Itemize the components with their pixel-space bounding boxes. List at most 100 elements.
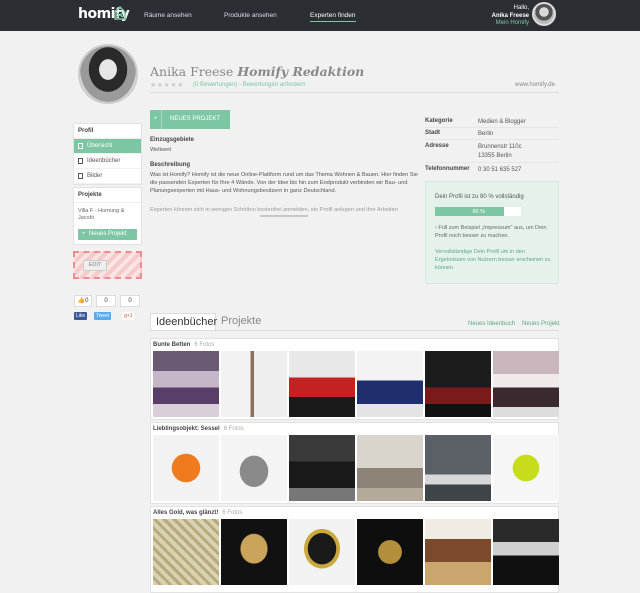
photo-pink-bedroom[interactable]	[493, 351, 559, 417]
projects-menu: Projekte Villa F - Hornung & Jacobi + Ne…	[73, 187, 142, 245]
greeting-text: Hallo,	[513, 5, 529, 11]
completion-title: Dein Profil ist zu 80 % vollständig	[435, 194, 524, 200]
tabs-divider	[150, 330, 559, 331]
person-name: Anika Freese	[150, 64, 234, 79]
new-project-label: NEUES PROJEKT	[170, 116, 221, 122]
completion-tip[interactable]: › Füll zum Beispiel „Impressum" aus, um …	[435, 224, 553, 240]
photo-gold-art[interactable]	[357, 519, 423, 585]
info-value-category: Medien & Blogger	[478, 119, 526, 125]
tweet-button[interactable]: Tweet	[94, 312, 112, 320]
top-bar: homify Räume ansehen Produkte ansehen Ex…	[0, 0, 640, 31]
user-greeting: Hallo, Anika Freese Mein Homify	[469, 5, 529, 28]
info-label-category: Kategorie	[425, 118, 453, 124]
photo-grey-chair[interactable]	[221, 435, 287, 501]
photo-gold-armchair[interactable]	[289, 519, 355, 585]
info-label-phone: Telefonnummer	[425, 166, 470, 172]
profile-menu: Profil Übersicht Ideenbücher Bilder	[73, 123, 142, 185]
edit-area: EDIT	[73, 251, 142, 279]
facebook-like-button[interactable]: Like	[74, 312, 88, 320]
ideabook-name: Lieblingsobjekt: Sessel	[153, 426, 220, 432]
info-divider	[425, 139, 559, 140]
thumbs-up-icon: 👍	[77, 298, 86, 304]
request-reviews-link[interactable]: Bewertungen anfordern	[243, 82, 306, 88]
photo-bedroom-purple[interactable]	[153, 351, 219, 417]
projects-heading: Projekte	[74, 188, 141, 203]
ideabook-title: Alles Gold, was glänzt! 6 Fotos	[153, 510, 242, 516]
photo-red-sofa[interactable]	[289, 351, 355, 417]
photo-grey-lounge[interactable]	[425, 435, 491, 501]
plus-icon: +	[82, 231, 86, 237]
ideabook-name: Alles Gold, was glänzt!	[153, 510, 219, 516]
tab-ideabooks[interactable]: Ideenbücher	[150, 313, 217, 331]
description-scrollbar[interactable]	[260, 215, 308, 217]
ideabook-count: 6 Fotos	[222, 510, 243, 516]
info-divider	[425, 127, 559, 128]
company-name: Homify Redaktion	[237, 64, 365, 79]
book-icon	[78, 158, 83, 164]
info-value-address: Brunnenstr 110c	[478, 144, 522, 150]
like-count[interactable]: 👍0	[74, 295, 92, 307]
nav-rooms[interactable]: Räume ansehen	[144, 12, 192, 19]
info-divider	[425, 162, 559, 163]
completion-progress-bar: 80 %	[435, 207, 521, 216]
photo-gold-wallpaper[interactable]	[153, 519, 219, 585]
description-text: Was ist Homify? Homify ist die neue Onli…	[150, 172, 418, 194]
new-project-button[interactable]: + NEUES PROJEKT	[150, 110, 230, 129]
ideabook-count: 6 Fotos	[223, 426, 244, 432]
photo-yellow-chair[interactable]	[493, 435, 559, 501]
profile-completion-box: Dein Profil ist zu 80 % vollständig 80 %…	[425, 181, 559, 284]
info-value-city: Berlin	[478, 131, 494, 137]
header-divider	[150, 92, 559, 93]
info-value-phone: 0 30 51 635 527	[478, 167, 522, 173]
nav-experts[interactable]: Experten finden	[310, 12, 356, 22]
info-label-address: Adresse	[425, 143, 449, 149]
area-value: Weltweit	[150, 147, 172, 153]
rating-stars: ★★★★★	[150, 82, 184, 89]
sidebar-item-overview[interactable]: Übersicht	[74, 139, 141, 154]
plus-count: 0	[120, 295, 140, 307]
new-ideabook-link[interactable]: Neues Ideenbuch	[468, 321, 515, 327]
sidebar-new-project-button[interactable]: + Neues Projekt	[78, 229, 137, 240]
new-project-link[interactable]: Neues Projekt	[522, 321, 560, 327]
ideabook-card[interactable]: Bunte Betten 6 Fotos	[150, 338, 559, 420]
sidebar-item-ideabooks[interactable]: Ideenbücher	[74, 154, 141, 169]
photo-living-room[interactable]	[357, 435, 423, 501]
info-label-city: Stadt	[425, 130, 440, 136]
sidebar-item-images[interactable]: Bilder	[74, 169, 141, 184]
like-count-value: 0	[85, 298, 89, 304]
reviews-count[interactable]: (0 Bewertungen)	[193, 82, 237, 88]
photo-black-lounge[interactable]	[289, 435, 355, 501]
google-plus-button[interactable]: g+1	[122, 312, 135, 320]
photo-orange-chair[interactable]	[153, 435, 219, 501]
nav-products[interactable]: Produkte ansehen	[224, 12, 277, 19]
photo-kitchen[interactable]	[493, 519, 559, 585]
ideabook-title: Bunte Betten 6 Fotos	[153, 342, 214, 348]
new-project-label: Neues Projekt	[88, 231, 127, 237]
ideabook-count: 6 Fotos	[194, 342, 215, 348]
profile-avatar	[78, 44, 138, 104]
photo-hallway[interactable]	[425, 519, 491, 585]
profile-menu-heading: Profil	[74, 124, 141, 139]
my-homify-link[interactable]: Mein Homify	[469, 20, 529, 28]
description-more: Experten können sich in wenigen Schritte…	[150, 207, 398, 213]
image-icon	[78, 173, 83, 179]
user-name[interactable]: Anika Freese	[469, 13, 529, 21]
area-label: Einzugsgebiete	[150, 137, 195, 143]
photo-chandelier[interactable]	[221, 519, 287, 585]
ideabook-card[interactable]: Alles Gold, was glänzt! 6 Fotos	[150, 506, 559, 593]
completion-progress-fill	[435, 207, 504, 216]
completion-promo: Vervollständige Dein Profil um in den Er…	[435, 249, 551, 271]
edit-button[interactable]: EDIT	[83, 260, 107, 271]
ideabook-card[interactable]: Lieblingsobjekt: Sessel 6 Fotos	[150, 422, 559, 504]
ideabook-title: Lieblingsobjekt: Sessel 6 Fotos	[153, 426, 244, 432]
sidebar-item-label: Ideenbücher	[87, 158, 121, 164]
description-label: Beschreibung	[150, 162, 191, 168]
photo-dark-bed[interactable]	[425, 351, 491, 417]
profile-name: Anika Freese Homify Redaktion	[150, 64, 364, 79]
rating-info: (0 Bewertungen) - Bewertungen anfordern	[193, 82, 305, 88]
project-item[interactable]: Villa F - Hornung & Jacobi	[74, 203, 141, 227]
photo-bedroom-white[interactable]	[221, 351, 287, 417]
website-link[interactable]: www.homify.de	[515, 82, 555, 88]
user-avatar[interactable]	[532, 2, 556, 26]
photo-blue-bed[interactable]	[357, 351, 423, 417]
